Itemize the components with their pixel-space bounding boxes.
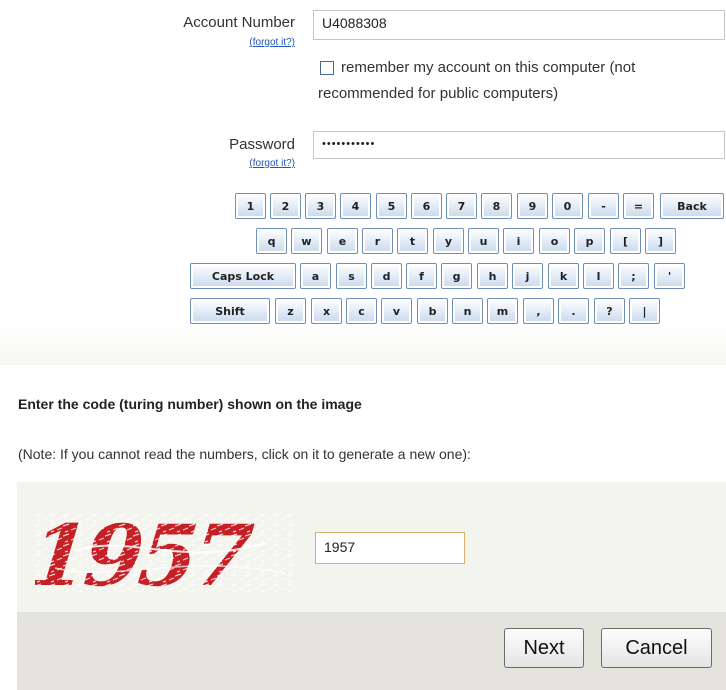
captcha-heading: Enter the code (turing number) shown on … — [18, 396, 362, 412]
key-e[interactable]: e — [327, 228, 358, 254]
key-v[interactable]: v — [381, 298, 412, 324]
key-o[interactable]: o — [539, 228, 570, 254]
key-a[interactable]: a — [300, 263, 331, 289]
captcha-image-graphic: 1957 — [25, 506, 295, 605]
key-h[interactable]: h — [477, 263, 508, 289]
key-9[interactable]: 9 — [517, 193, 548, 219]
virtual-keyboard: 1 2 3 4 5 6 7 8 9 0- = Back q w e r t y u i o p[] Caps Lock a s d… — [0, 0, 726, 370]
key-equals[interactable]: = — [623, 193, 654, 219]
key-l[interactable]: l — [583, 263, 614, 289]
key-w[interactable]: w — [291, 228, 322, 254]
key-f[interactable]: f — [406, 263, 437, 289]
key-y[interactable]: y — [433, 228, 464, 254]
key-p[interactable]: p — [574, 228, 605, 254]
key-minus[interactable]: - — [588, 193, 619, 219]
key-g[interactable]: g — [441, 263, 472, 289]
key-caps-lock[interactable]: Caps Lock — [190, 263, 296, 289]
key-b[interactable]: b — [417, 298, 448, 324]
key-5[interactable]: 5 — [376, 193, 407, 219]
key-0[interactable]: 0 — [552, 193, 583, 219]
key-k[interactable]: k — [548, 263, 579, 289]
key-back[interactable]: Back — [660, 193, 724, 219]
key-j[interactable]: j — [512, 263, 543, 289]
key-n[interactable]: n — [452, 298, 483, 324]
key-1[interactable]: 1 — [235, 193, 266, 219]
key-i[interactable]: i — [503, 228, 534, 254]
key-8[interactable]: 8 — [481, 193, 512, 219]
key-pipe[interactable]: | — [629, 298, 660, 324]
key-period[interactable]: . — [558, 298, 589, 324]
key-d[interactable]: d — [371, 263, 402, 289]
key-t[interactable]: t — [397, 228, 428, 254]
captcha-image[interactable]: 1957 — [25, 506, 295, 605]
key-u[interactable]: u — [468, 228, 499, 254]
key-comma[interactable]: , — [523, 298, 554, 324]
key-bracket-right[interactable]: ] — [645, 228, 676, 254]
next-button[interactable]: Next — [504, 628, 584, 668]
key-shift[interactable]: Shift — [190, 298, 270, 324]
key-x[interactable]: x — [311, 298, 342, 324]
key-semicolon[interactable]: ; — [618, 263, 649, 289]
captcha-input[interactable]: 1957 — [315, 532, 465, 564]
key-6[interactable]: 6 — [411, 193, 442, 219]
key-bracket-left[interactable]: [ — [610, 228, 641, 254]
key-2[interactable]: 2 — [270, 193, 301, 219]
key-c[interactable]: c — [346, 298, 377, 324]
key-z[interactable]: z — [275, 298, 306, 324]
captcha-note: (Note: If you cannot read the numbers, c… — [18, 446, 471, 462]
key-3[interactable]: 3 — [305, 193, 336, 219]
key-question[interactable]: ? — [594, 298, 625, 324]
key-r[interactable]: r — [362, 228, 393, 254]
cancel-button[interactable]: Cancel — [601, 628, 712, 668]
key-4[interactable]: 4 — [340, 193, 371, 219]
key-q[interactable]: q — [256, 228, 287, 254]
key-s[interactable]: s — [336, 263, 367, 289]
key-m[interactable]: m — [487, 298, 518, 324]
key-7[interactable]: 7 — [446, 193, 477, 219]
captcha-section-top — [0, 325, 726, 365]
key-quote[interactable]: ' — [654, 263, 685, 289]
